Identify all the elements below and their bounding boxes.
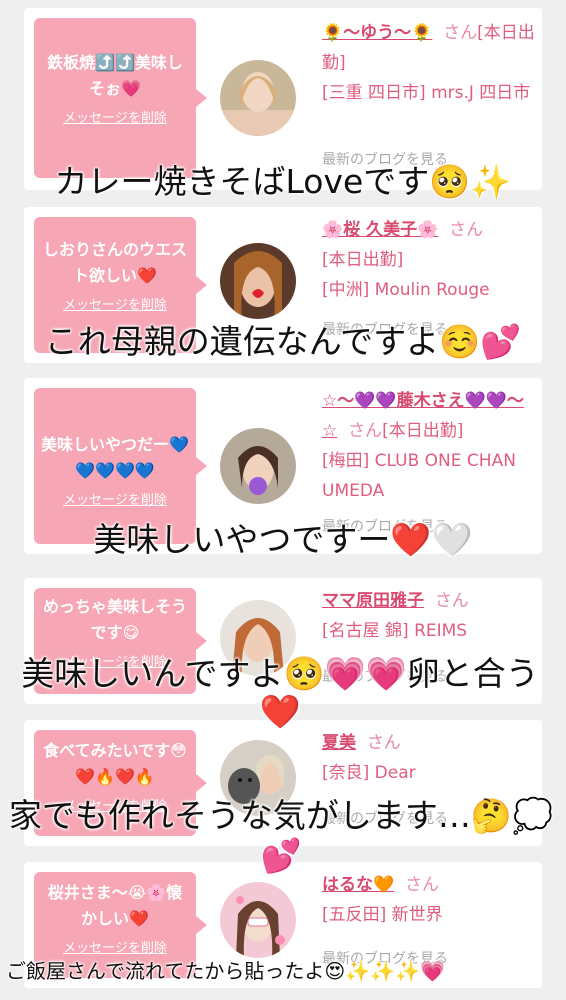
- comment-text: 食べてみたいです😳❤️🔥❤️🔥: [43, 741, 187, 786]
- comment-text: めっちゃ美味しそうです😋: [42, 597, 187, 642]
- honorific: さん: [434, 591, 469, 611]
- comment-text: 鉄板焼⤴️⤴️美味しそぉ💗: [47, 53, 183, 98]
- honorific: さん: [449, 220, 484, 240]
- user-info: 夏美 さん [奈良] Dear: [322, 728, 536, 788]
- delete-message-link[interactable]: メッセージを削除: [34, 110, 196, 128]
- comment-text: 桜井さま〜😭🌸懐かしい❤️: [47, 883, 183, 928]
- caption-overlay: 家でも作れそうな気がします…🤔💭💕: [8, 796, 554, 875]
- user-info: 🌸桜 久美子🌸 さん [本日出勤] [中洲] Moulin Rouge: [322, 215, 536, 305]
- caption-overlay: 美味しいんですよ🥺💗💗卵と合う❤️: [21, 654, 539, 731]
- user-name-link[interactable]: ママ原田雅子: [322, 591, 424, 611]
- shop-location: [三重 四日市] mrs.J 四日市: [322, 83, 531, 103]
- comment-text: しおりさんのウエスト欲しい❤️: [42, 240, 187, 285]
- user-info: 🌻〜ゆう〜🌻 さん[本日出勤] [三重 四日市] mrs.J 四日市: [322, 18, 536, 108]
- user-info: はるな🧡 さん [五反田] 新世界: [322, 870, 536, 930]
- shop-location: [五反田] 新世界: [322, 905, 443, 925]
- work-status: [本日出勤]: [322, 250, 404, 270]
- avatar[interactable]: [220, 882, 296, 958]
- honorific: さん: [404, 875, 439, 895]
- user-name-link[interactable]: 🌻〜ゆう〜🌻: [322, 23, 432, 43]
- delete-message-link[interactable]: メッセージを削除: [34, 492, 196, 510]
- caption-overlay: ご飯屋さんで流れてたから貼ったよ😍✨✨✨💗: [6, 959, 445, 983]
- user-info: ☆〜💜💜藤木さえ💜💜〜☆ さん[本日出勤] [梅田] CLUB ONE CHAN…: [322, 386, 536, 506]
- shop-location: [梅田] CLUB ONE CHAN UMEDA: [322, 451, 516, 501]
- shop-location: [奈良] Dear: [322, 763, 416, 783]
- honorific: さん: [443, 23, 478, 43]
- shop-location: [中洲] Moulin Rouge: [322, 280, 490, 300]
- user-info: ママ原田雅子 さん [名古屋 錦] REIMS: [322, 586, 536, 646]
- user-name-link[interactable]: 🌸桜 久美子🌸: [322, 220, 438, 240]
- user-name-link[interactable]: はるな🧡: [322, 875, 394, 895]
- delete-message-link[interactable]: メッセージを削除: [34, 297, 196, 315]
- avatar[interactable]: [220, 60, 296, 136]
- comment-bubble: 鉄板焼⤴️⤴️美味しそぉ💗 メッセージを削除: [34, 18, 207, 178]
- avatar[interactable]: [220, 243, 296, 319]
- caption-overlay: これ母親の遺伝なんですよ☺️💕: [44, 322, 522, 361]
- user-name-link[interactable]: 夏美: [322, 733, 356, 753]
- comment-text: 美味しいやつだー💙💙💙💙💙: [41, 435, 189, 480]
- caption-overlay: 美味しいやつですー❤️🤍: [93, 520, 473, 559]
- avatar[interactable]: [220, 428, 296, 504]
- shop-location: [名古屋 錦] REIMS: [322, 621, 468, 641]
- honorific: さん: [366, 733, 401, 753]
- honorific: さん: [348, 421, 383, 441]
- work-status: [本日出勤]: [382, 421, 464, 441]
- caption-overlay: カレー焼きそばLoveです🥺✨: [54, 162, 512, 201]
